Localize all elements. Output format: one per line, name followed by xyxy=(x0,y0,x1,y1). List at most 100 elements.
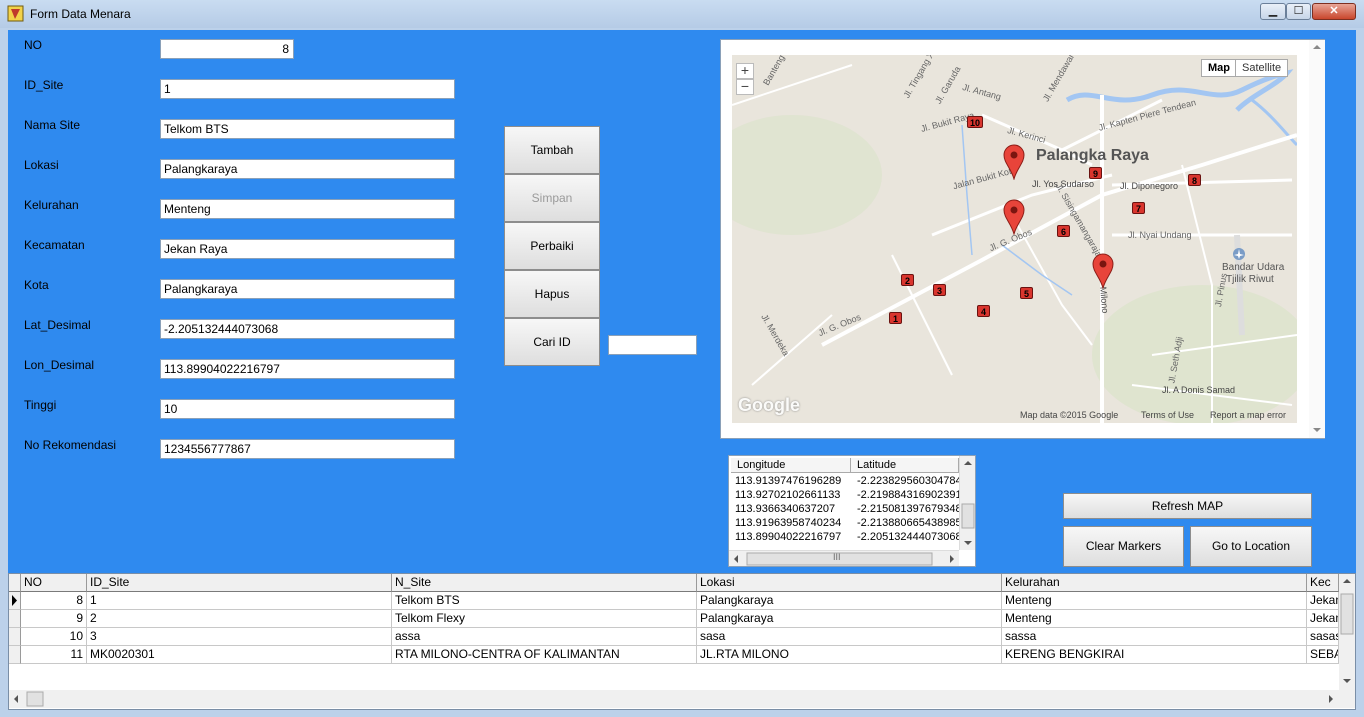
zoom-out-button[interactable]: − xyxy=(736,79,754,95)
map-marker-6[interactable]: 6 xyxy=(1057,225,1070,237)
maximize-button[interactable]: ☐ xyxy=(1286,3,1311,20)
grid-cell-kelurahan[interactable]: sassa xyxy=(1002,628,1307,646)
grid-cell-id-site[interactable]: 1 xyxy=(87,592,392,610)
zoom-in-button[interactable]: + xyxy=(736,63,754,79)
row-indicator[interactable] xyxy=(9,592,21,610)
coord-row[interactable]: 113.91397476196289 -2.223829560304784 xyxy=(735,475,962,487)
grid-cell-n-site[interactable]: RTA MILONO-CENTRA OF KALIMANTAN xyxy=(392,646,697,664)
grid-header-n-site[interactable]: N_Site xyxy=(392,574,697,592)
map-marker-1[interactable]: 1 xyxy=(889,312,902,324)
lon-desimal-field[interactable] xyxy=(160,359,455,379)
tambah-button[interactable]: Tambah xyxy=(504,126,600,174)
minimize-button[interactable]: ▁ xyxy=(1260,3,1286,20)
kelurahan-field[interactable] xyxy=(160,199,455,219)
grid-cell-no[interactable]: 10 xyxy=(21,628,87,646)
grid-cell-kec[interactable]: sasasa xyxy=(1307,628,1339,646)
google-logo: Google xyxy=(738,395,800,415)
refresh-map-button[interactable]: Refresh MAP xyxy=(1063,493,1312,519)
map-marker-10[interactable]: 10 xyxy=(967,116,983,128)
grid-cell-id-site[interactable]: 3 xyxy=(87,628,392,646)
grid-cell-lokasi[interactable]: Palangkaraya xyxy=(697,592,1002,610)
row-indicator[interactable] xyxy=(9,610,21,628)
tinggi-field[interactable] xyxy=(160,399,455,419)
map-marker-9[interactable]: 9 xyxy=(1089,167,1102,179)
map-marker-2[interactable]: 2 xyxy=(901,274,914,286)
map-marker-7[interactable]: 7 xyxy=(1132,202,1145,214)
map-terms-link[interactable]: Terms of Use xyxy=(1141,410,1194,420)
coord-row[interactable]: 113.91963958740234 -2.213880665438985 xyxy=(735,517,962,529)
map-pin-icon[interactable] xyxy=(1003,199,1025,235)
google-map[interactable]: + − Map Satellite Palangka Raya Bandar U… xyxy=(732,55,1297,423)
no-rekomendasi-field[interactable] xyxy=(160,439,455,459)
coordinates-listview[interactable]: Longitude Latitude 113.91397476196289 -2.… xyxy=(728,455,976,567)
map-marker-5[interactable]: 5 xyxy=(1020,287,1033,299)
row-indicator[interactable] xyxy=(9,628,21,646)
title-bar[interactable]: Form Data Menara ▁ ☐ ✕ xyxy=(0,0,1364,28)
simpan-button[interactable]: Simpan xyxy=(504,174,600,222)
coord-row[interactable]: 113.89904022216797 -2.205132444073068 xyxy=(735,531,962,543)
grid-vertical-scrollbar[interactable] xyxy=(1339,574,1355,708)
grid-horizontal-scrollbar[interactable] xyxy=(9,690,1339,708)
id-site-field[interactable] xyxy=(160,79,455,99)
grid-cell-id-site[interactable]: 2 xyxy=(87,610,392,628)
map-marker-4[interactable]: 4 xyxy=(977,305,990,317)
latitude-column-header[interactable]: Latitude xyxy=(851,458,959,473)
kecamatan-field[interactable] xyxy=(160,239,455,259)
data-grid[interactable]: NO ID_Site N_Site Lokasi Kelurahan Kec 8… xyxy=(8,573,1356,710)
cari-id-input[interactable] xyxy=(608,335,697,355)
grid-cell-kelurahan[interactable]: Menteng xyxy=(1002,592,1307,610)
map-report-link[interactable]: Report a map error xyxy=(1210,410,1286,420)
grid-cell-kelurahan[interactable]: KERENG BENGKIRAI xyxy=(1002,646,1307,664)
no-field[interactable] xyxy=(160,39,294,59)
grid-cell-n-site[interactable]: Telkom Flexy xyxy=(392,610,697,628)
coord-row[interactable]: 113.9366340637207 -2.215081397679348 xyxy=(735,503,962,515)
coord-longitude: 113.91963958740234 xyxy=(735,517,842,529)
map-airport-label-1: Bandar Udara xyxy=(1222,262,1285,273)
coord-row[interactable]: 113.92702102661133 -2.219884316902391 xyxy=(735,489,962,501)
map-vertical-scrollbar[interactable] xyxy=(1309,40,1325,438)
map-pin-icon[interactable] xyxy=(1003,144,1025,180)
scroll-grip-icon: III xyxy=(833,552,841,562)
grid-cell-n-site[interactable]: Telkom BTS xyxy=(392,592,697,610)
grid-header-kec[interactable]: Kec xyxy=(1307,574,1339,592)
hapus-button[interactable]: Hapus xyxy=(504,270,600,318)
grid-cell-lokasi[interactable]: JL.RTA MILONO xyxy=(697,646,1002,664)
longitude-column-header[interactable]: Longitude xyxy=(731,458,851,473)
map-pin-icon[interactable] xyxy=(1092,253,1114,289)
perbaiki-button[interactable]: Perbaiki xyxy=(504,222,600,270)
grid-cell-n-site[interactable]: assa xyxy=(392,628,697,646)
lokasi-field[interactable] xyxy=(160,159,455,179)
coord-horizontal-scrollbar[interactable]: III xyxy=(729,550,959,566)
grid-cell-no[interactable]: 8 xyxy=(21,592,87,610)
grid-header-lokasi[interactable]: Lokasi xyxy=(697,574,1002,592)
map-type-satellite-button[interactable]: Satellite xyxy=(1235,59,1289,77)
map-type-map-button[interactable]: Map xyxy=(1201,59,1237,77)
close-button[interactable]: ✕ xyxy=(1312,3,1356,20)
go-to-location-button[interactable]: Go to Location xyxy=(1190,526,1312,567)
map-marker-3[interactable]: 3 xyxy=(933,284,946,296)
kota-field[interactable] xyxy=(160,279,455,299)
grid-cell-kec[interactable]: Jekan xyxy=(1307,610,1339,628)
coord-longitude: 113.91397476196289 xyxy=(735,475,842,487)
grid-cell-kec[interactable]: Jekan xyxy=(1307,592,1339,610)
cari-id-button[interactable]: Cari ID xyxy=(504,318,600,366)
clear-markers-button[interactable]: Clear Markers xyxy=(1063,526,1184,567)
grid-cell-lokasi[interactable]: sasa xyxy=(697,628,1002,646)
grid-cell-kec[interactable]: SEBA xyxy=(1307,646,1339,664)
map-marker-8[interactable]: 8 xyxy=(1188,174,1201,186)
lokasi-label: Lokasi xyxy=(24,158,59,172)
grid-cell-kelurahan[interactable]: Menteng xyxy=(1002,610,1307,628)
grid-header-no[interactable]: NO xyxy=(21,574,87,592)
grid-header-id-site[interactable]: ID_Site xyxy=(87,574,392,592)
street-label-diponegoro: Jl. Diponegoro xyxy=(1120,181,1179,191)
row-indicator[interactable] xyxy=(9,646,21,664)
grid-cell-id-site[interactable]: MK0020301 xyxy=(87,646,392,664)
coord-vertical-scrollbar[interactable] xyxy=(959,456,975,550)
grid-cell-no[interactable]: 9 xyxy=(21,610,87,628)
no-rekomendasi-label: No Rekomendasi xyxy=(24,438,117,452)
grid-header-kelurahan[interactable]: Kelurahan xyxy=(1002,574,1307,592)
nama-site-field[interactable] xyxy=(160,119,455,139)
grid-cell-no[interactable]: 11 xyxy=(21,646,87,664)
lat-desimal-field[interactable] xyxy=(160,319,455,339)
grid-cell-lokasi[interactable]: Palangkaraya xyxy=(697,610,1002,628)
